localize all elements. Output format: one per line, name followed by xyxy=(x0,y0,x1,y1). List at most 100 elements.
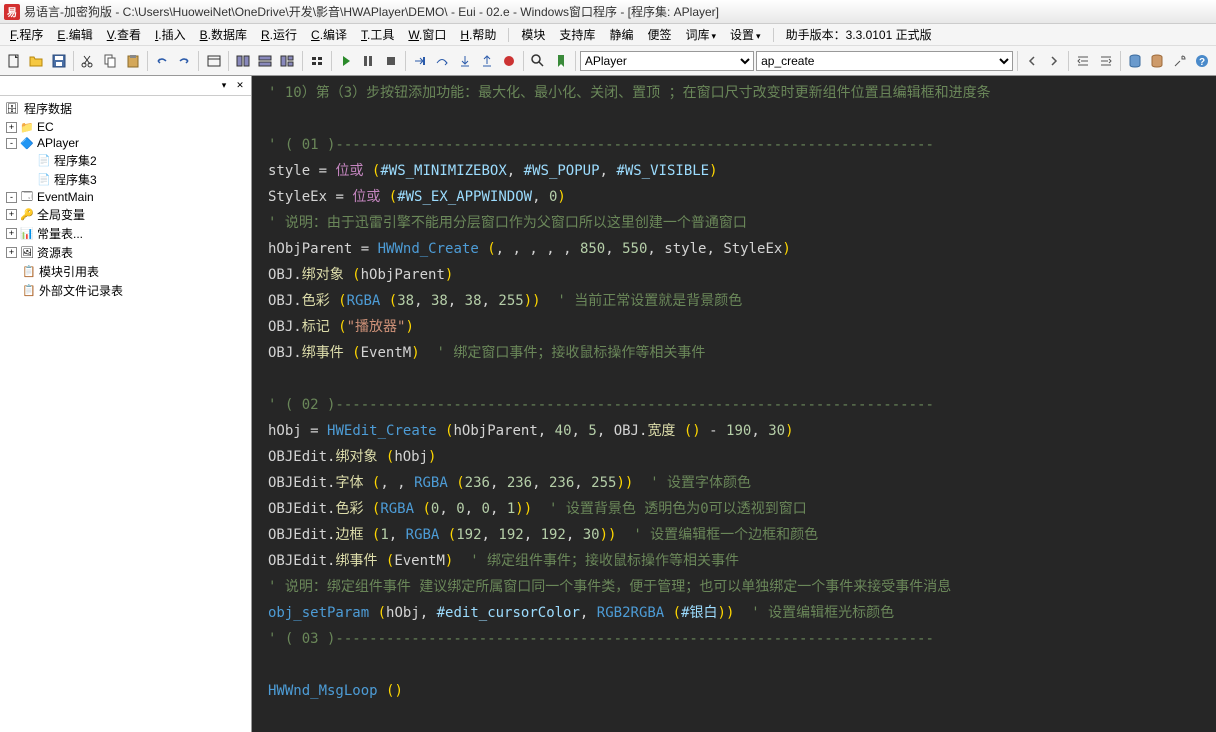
code-line: OBJEdit.边框 (1, RGBA (192, 192, 192, 30))… xyxy=(252,522,1216,548)
tree-item[interactable]: +📁EC xyxy=(2,119,249,135)
tree-item-label: EC xyxy=(37,120,54,134)
sidebar-close-icon[interactable]: ✕ xyxy=(233,79,247,93)
menu-b[interactable]: B.数据库 xyxy=(194,24,253,45)
tree-item[interactable]: 📄程序集2 xyxy=(2,151,249,170)
tools-button[interactable] xyxy=(1170,50,1190,72)
window-title: 易语言-加密狗版 - C:\Users\HuoweiNet\OneDrive\开… xyxy=(24,3,719,20)
step-button[interactable] xyxy=(410,50,430,72)
save-button[interactable] xyxy=(49,50,69,72)
code-line: HWWnd_MsgLoop () xyxy=(252,678,1216,704)
code-line: hObj = HWEdit_Create (hObjParent, 40, 5,… xyxy=(252,418,1216,444)
tree-root-label: 程序数据 xyxy=(24,100,72,117)
menu-t[interactable]: T.工具 xyxy=(355,24,400,45)
menu-v[interactable]: V.查看 xyxy=(101,24,147,45)
db2-button[interactable] xyxy=(1147,50,1167,72)
menu-w[interactable]: W.窗口 xyxy=(402,24,452,45)
breakpoint-button[interactable] xyxy=(499,50,519,72)
code-line xyxy=(252,366,1216,392)
indent-right-button[interactable] xyxy=(1096,50,1116,72)
tree-node-icon: 🖼 xyxy=(19,246,35,260)
menu-i[interactable]: I.插入 xyxy=(149,24,192,45)
tree-item-label: 资源表 xyxy=(37,244,73,261)
prev-button[interactable] xyxy=(1022,50,1042,72)
new-file-button[interactable] xyxy=(4,50,24,72)
cut-button[interactable] xyxy=(78,50,98,72)
db-button[interactable] xyxy=(1125,50,1145,72)
code-line: hObjParent = HWWnd_Create (, , , , , 850… xyxy=(252,236,1216,262)
copy-button[interactable] xyxy=(100,50,120,72)
run-button[interactable] xyxy=(336,50,356,72)
bookmark-button[interactable] xyxy=(551,50,571,72)
menu-dropdown[interactable]: 设置 xyxy=(724,24,767,45)
tree-toggle-icon[interactable]: + xyxy=(6,247,17,258)
code-line: ' ( 01 )--------------------------------… xyxy=(252,132,1216,158)
layout1-button[interactable] xyxy=(233,50,253,72)
tree-node-icon: 🗔 xyxy=(19,190,35,204)
tree-item[interactable]: 📋模块引用表 xyxy=(2,262,249,281)
code-line xyxy=(252,652,1216,678)
tree-item-label: APlayer xyxy=(37,136,79,150)
menu-bar: F.程序E.编辑V.查看I.插入B.数据库R.运行C.编译T.工具W.窗口H.帮… xyxy=(0,24,1216,46)
code-line: ' ( 03 )--------------------------------… xyxy=(252,626,1216,652)
pause-button[interactable] xyxy=(358,50,378,72)
menu-r[interactable]: R.运行 xyxy=(255,24,303,45)
tree-node-icon: 📄 xyxy=(36,173,52,187)
menu-extra[interactable]: 支持库 xyxy=(553,24,601,45)
find-button[interactable] xyxy=(528,50,548,72)
tree-toggle-icon[interactable]: + xyxy=(6,122,17,133)
tree-item[interactable]: +🔑全局变量 xyxy=(2,205,249,224)
next-button[interactable] xyxy=(1044,50,1064,72)
re-layout-button[interactable] xyxy=(307,50,327,72)
menu-f[interactable]: F.程序 xyxy=(4,24,49,45)
step-out-button[interactable] xyxy=(477,50,497,72)
tree-item[interactable]: +📊常量表... xyxy=(2,224,249,243)
project-tree: 🗄 程序数据 +📁EC-🔷APlayer📄程序集2📄程序集3-🗔EventMai… xyxy=(0,96,251,732)
tree-item-label: 常量表... xyxy=(37,225,83,242)
toolbar: APlayer ap_create ? xyxy=(0,46,1216,76)
open-file-button[interactable] xyxy=(26,50,46,72)
redo-button[interactable] xyxy=(174,50,194,72)
svg-text:?: ? xyxy=(1199,57,1205,68)
window-view-button[interactable] xyxy=(203,50,223,72)
step-over-button[interactable] xyxy=(432,50,452,72)
code-line: OBJ.标记 ("播放器") xyxy=(252,314,1216,340)
paste-button[interactable] xyxy=(123,50,143,72)
tree-node-icon: 📄 xyxy=(36,154,52,168)
tree-toggle-icon[interactable]: + xyxy=(6,228,17,239)
tree-toggle-icon[interactable]: - xyxy=(6,138,17,149)
tree-toggle-icon[interactable]: - xyxy=(6,192,17,203)
stop-button[interactable] xyxy=(380,50,400,72)
menu-dropdown[interactable]: 词库 xyxy=(679,24,722,45)
menu-e[interactable]: E.编辑 xyxy=(51,24,98,45)
tree-node-icon: 🔷 xyxy=(19,136,35,150)
tree-item-label: 程序集3 xyxy=(54,171,97,188)
tree-item[interactable]: 📄程序集3 xyxy=(2,170,249,189)
code-line: ' ( 02 )--------------------------------… xyxy=(252,392,1216,418)
layout3-button[interactable] xyxy=(277,50,297,72)
menu-extra[interactable]: 模块 xyxy=(515,24,551,45)
indent-left-button[interactable] xyxy=(1073,50,1093,72)
layout2-button[interactable] xyxy=(255,50,275,72)
menu-c[interactable]: C.编译 xyxy=(305,24,353,45)
code-line: OBJ.绑对象 (hObjParent) xyxy=(252,262,1216,288)
class-selector[interactable]: APlayer xyxy=(580,51,754,71)
tree-item-label: 模块引用表 xyxy=(39,263,99,280)
menu-extra[interactable]: 便签 xyxy=(641,24,677,45)
tree-item[interactable]: -🗔EventMain xyxy=(2,189,249,205)
step-into-button[interactable] xyxy=(454,50,474,72)
tree-item[interactable]: -🔷APlayer xyxy=(2,135,249,151)
tree-item[interactable]: +🖼资源表 xyxy=(2,243,249,262)
tree-item[interactable]: 📋外部文件记录表 xyxy=(2,281,249,300)
undo-button[interactable] xyxy=(152,50,172,72)
help-icon[interactable]: ? xyxy=(1192,50,1212,72)
method-selector[interactable]: ap_create xyxy=(756,51,1013,71)
code-line: ' 10）第（3）步按钮添加功能：最大化、最小化、关闭、置顶 ；在窗口尺寸改变时… xyxy=(252,80,1216,106)
tree-item-label: 程序集2 xyxy=(54,152,97,169)
tree-toggle-icon[interactable]: + xyxy=(6,209,17,220)
menu-extra[interactable]: 静编 xyxy=(603,24,639,45)
code-line: OBJEdit.绑对象 (hObj) xyxy=(252,444,1216,470)
sidebar-dropdown-icon[interactable]: ▾ xyxy=(217,79,231,93)
code-editor[interactable]: ' 10）第（3）步按钮添加功能：最大化、最小化、关闭、置顶 ；在窗口尺寸改变时… xyxy=(252,76,1216,732)
menu-h[interactable]: H.帮助 xyxy=(454,24,502,45)
tree-root[interactable]: 🗄 程序数据 xyxy=(2,98,249,119)
